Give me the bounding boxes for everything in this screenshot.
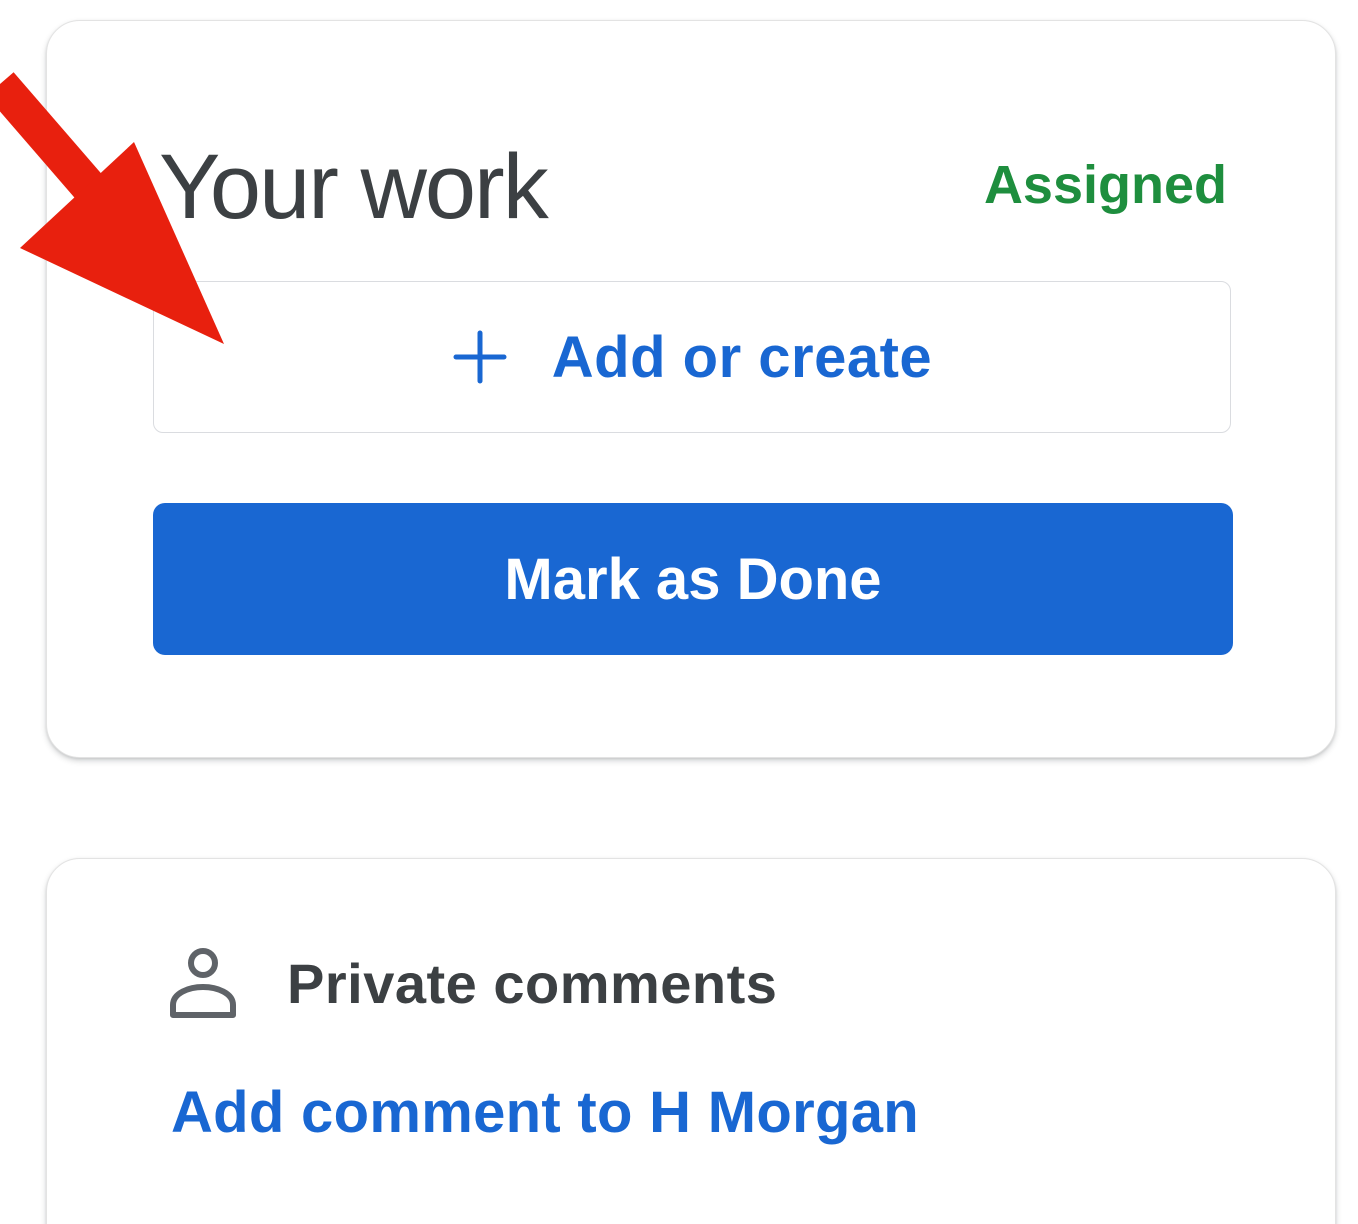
plus-icon [453, 330, 507, 384]
add-or-create-button[interactable]: Add or create [153, 281, 1231, 433]
status-badge: Assigned [983, 155, 1227, 215]
private-comments-title: Private comments [287, 951, 778, 1015]
your-work-title: Your work [159, 136, 549, 238]
add-comment-link[interactable]: Add comment to H Morgan [171, 1079, 919, 1146]
add-or-create-label: Add or create [551, 324, 933, 390]
mark-as-done-button[interactable]: Mark as Done [153, 503, 1233, 655]
private-comments-header: Private comments [165, 945, 777, 1021]
private-comments-card: Private comments Add comment to H Morgan [46, 858, 1336, 1224]
page: Your work Assigned Add or create Mark as… [0, 0, 1358, 1224]
person-icon [170, 948, 236, 1018]
your-work-card: Your work Assigned Add or create Mark as… [46, 20, 1336, 758]
